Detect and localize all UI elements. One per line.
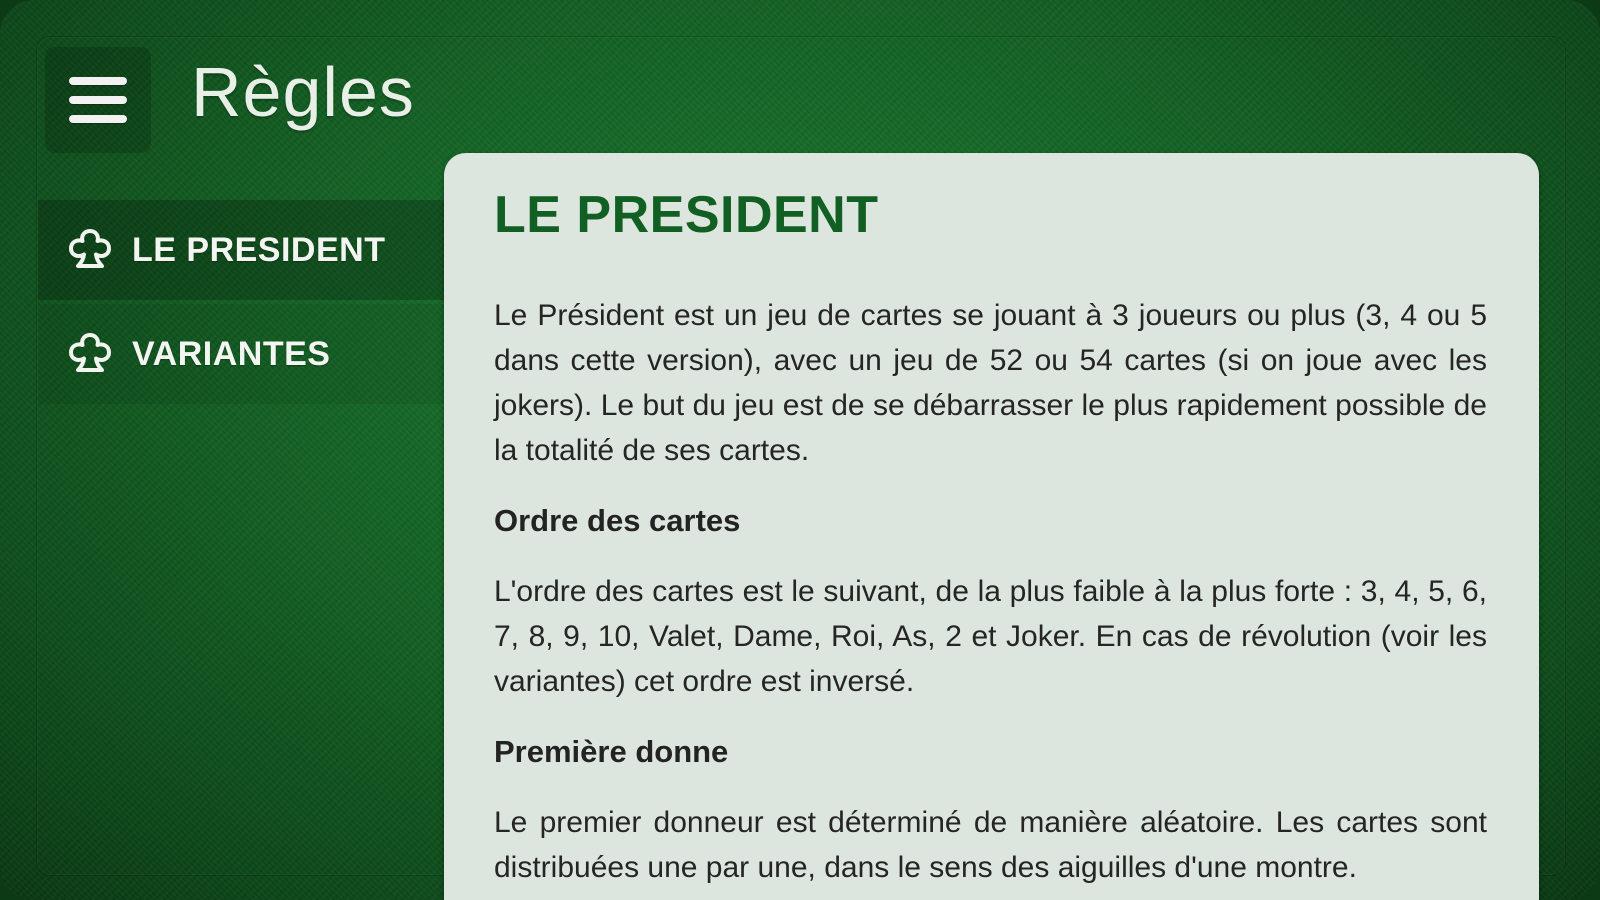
club-outline-icon bbox=[66, 226, 114, 274]
rules-content-panel[interactable]: LE PRESIDENT Le Président est un jeu de … bbox=[444, 153, 1539, 900]
section-heading-ordre-des-cartes: Ordre des cartes bbox=[494, 503, 741, 538]
hamburger-menu-icon-bar bbox=[69, 115, 127, 123]
hamburger-menu-icon-bar bbox=[69, 96, 127, 104]
section-paragraph-premiere-donne: Le premier donneur est déterminé de mani… bbox=[494, 806, 1487, 884]
menu-button[interactable] bbox=[45, 47, 151, 153]
felt-background: Règles LE PRESIDENT VARIANTES LE PRESIDE… bbox=[0, 0, 1600, 900]
section-paragraph-ordre-des-cartes: L'ordre des cartes est le suivant, de la… bbox=[494, 575, 1487, 698]
page-title: Règles bbox=[191, 53, 415, 131]
sidebar: LE PRESIDENT VARIANTES bbox=[38, 200, 444, 408]
section-heading-premiere-donne: Première donne bbox=[494, 734, 729, 769]
hamburger-menu-icon bbox=[69, 77, 127, 85]
intro-paragraph: Le Président est un jeu de cartes se jou… bbox=[494, 299, 1487, 467]
content-title: LE PRESIDENT bbox=[494, 186, 879, 244]
sidebar-item-variantes[interactable]: VARIANTES bbox=[38, 304, 444, 404]
sidebar-item-le-president[interactable]: LE PRESIDENT bbox=[38, 200, 444, 300]
sidebar-item-label: VARIANTES bbox=[132, 334, 331, 373]
sidebar-item-label: LE PRESIDENT bbox=[132, 230, 386, 269]
club-outline-icon bbox=[66, 330, 114, 378]
